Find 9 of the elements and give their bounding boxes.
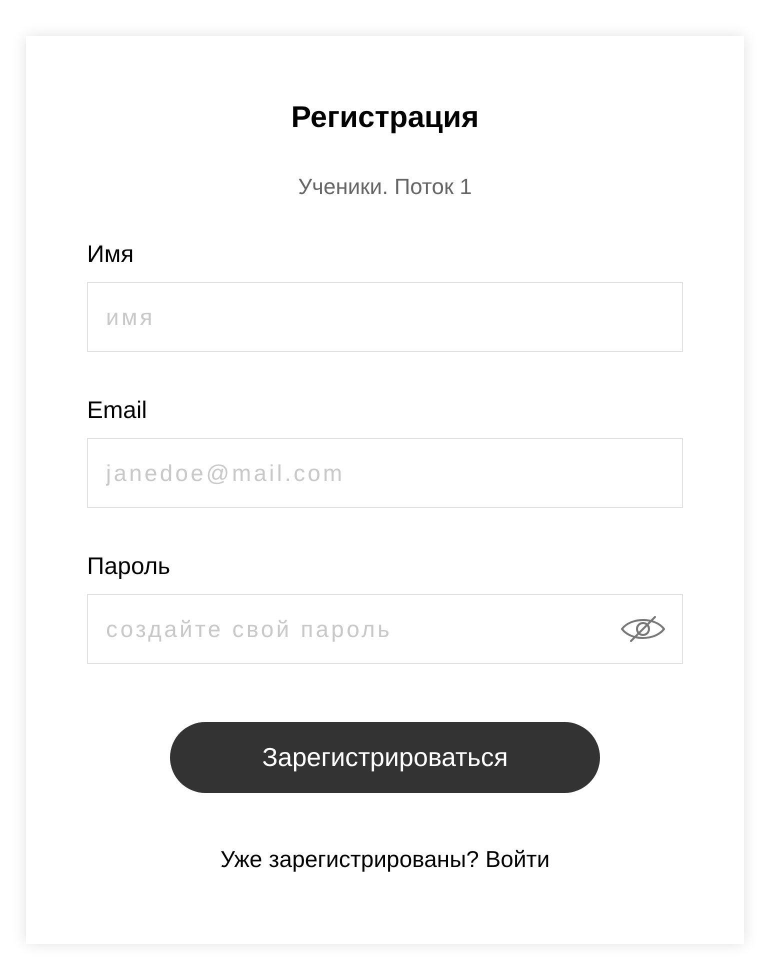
field-label: Email	[87, 396, 148, 426]
eye-slashed-icon[interactable]	[621, 616, 665, 642]
field-label: Имя	[87, 240, 134, 270]
form-title: Регистрация	[291, 100, 479, 136]
field-label: Пароль	[87, 552, 170, 582]
register-button[interactable]: Зарегистрироваться	[170, 722, 600, 793]
login-prompt: Уже зарегистрированы? Войти	[220, 845, 550, 873]
form-subtitle: Ученики. Поток 1	[298, 173, 472, 201]
login-link[interactable]: Войти	[485, 846, 550, 872]
